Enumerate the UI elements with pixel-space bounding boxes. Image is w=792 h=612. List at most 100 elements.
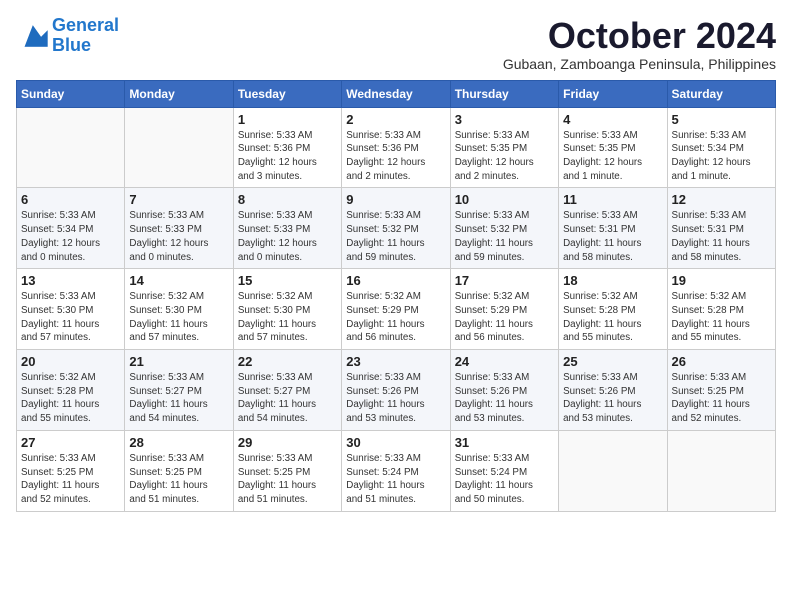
month-title: October 2024 (503, 16, 776, 56)
day-cell: 17 Sunrise: 5:32 AM Sunset: 5:29 PM Dayli… (450, 269, 558, 350)
week-row-5: 27Sunrise: 5:33 AM Sunset: 5:25 PM Dayli… (17, 430, 776, 511)
header: General Blue October 2024 Gubaan, Zamboa… (16, 16, 776, 72)
title-area: October 2024 Gubaan, Zamboanga Peninsula… (503, 16, 776, 72)
day-info: Sunrise: 5:33 AM Sunset: 5:25 PM Dayligh… (21, 452, 120, 507)
day-info: Sunrise: 5:33 AM Sunset: 5:31 PM Dayligh… (563, 209, 662, 264)
day-number: 10 (455, 192, 554, 207)
day-number: 11 (563, 192, 662, 207)
weekday-header-thursday: Thursday (450, 80, 558, 107)
day-cell: 28 Sunrise: 5:33 AM Sunset: 5:25 PM Dayli… (125, 430, 233, 511)
day-number: 6 (21, 192, 120, 207)
logo-icon (16, 22, 48, 50)
logo: General Blue (16, 16, 119, 56)
week-row-3: 13 Sunrise: 5:33 AM Sunset: 5:30 PM Dayli… (17, 269, 776, 350)
day-info: Sunrise: 5:33 AM Sunset: 5:31 PM Dayligh… (672, 209, 771, 264)
week-row-4: 20Sunrise: 5:32 AM Sunset: 5:28 PM Dayli… (17, 350, 776, 431)
location-subtitle: Gubaan, Zamboanga Peninsula, Philippines (503, 56, 776, 72)
day-number: 23 (346, 354, 445, 369)
day-info: Sunrise: 5:33 AM Sunset: 5:25 PM Dayligh… (129, 452, 228, 507)
calendar-table: SundayMondayTuesdayWednesdayThursdayFrid… (16, 80, 776, 512)
day-cell: 5 Sunrise: 5:33 AM Sunset: 5:34 PM Daylig… (667, 107, 775, 188)
day-info: Sunrise: 5:32 AM Sunset: 5:29 PM Dayligh… (455, 290, 554, 345)
day-info: Sunrise: 5:33 AM Sunset: 5:27 PM Dayligh… (238, 371, 337, 426)
day-info: Sunrise: 5:33 AM Sunset: 5:32 PM Dayligh… (455, 209, 554, 264)
weekday-header-saturday: Saturday (667, 80, 775, 107)
day-number: 18 (563, 273, 662, 288)
day-info: Sunrise: 5:33 AM Sunset: 5:36 PM Dayligh… (238, 129, 337, 184)
day-info: Sunrise: 5:33 AM Sunset: 5:26 PM Dayligh… (455, 371, 554, 426)
day-number: 24 (455, 354, 554, 369)
day-cell: 12 Sunrise: 5:33 AM Sunset: 5:31 PM Dayli… (667, 188, 775, 269)
day-number: 25 (563, 354, 662, 369)
day-cell: 21 Sunrise: 5:33 AM Sunset: 5:27 PM Dayli… (125, 350, 233, 431)
day-info: Sunrise: 5:32 AM Sunset: 5:28 PM Dayligh… (563, 290, 662, 345)
day-number: 16 (346, 273, 445, 288)
day-cell: 9 Sunrise: 5:33 AM Sunset: 5:32 PM Daylig… (342, 188, 450, 269)
day-info: Sunrise: 5:33 AM Sunset: 5:26 PM Dayligh… (346, 371, 445, 426)
day-info: Sunrise: 5:33 AM Sunset: 5:35 PM Dayligh… (563, 129, 662, 184)
day-info: Sunrise: 5:32 AM Sunset: 5:28 PM Dayligh… (21, 371, 120, 426)
day-cell: 10 Sunrise: 5:33 AM Sunset: 5:32 PM Dayli… (450, 188, 558, 269)
day-info: Sunrise: 5:33 AM Sunset: 5:33 PM Dayligh… (238, 209, 337, 264)
day-cell: 18 Sunrise: 5:32 AM Sunset: 5:28 PM Dayli… (559, 269, 667, 350)
day-cell: 14 Sunrise: 5:32 AM Sunset: 5:30 PM Dayli… (125, 269, 233, 350)
day-number: 8 (238, 192, 337, 207)
weekday-header-monday: Monday (125, 80, 233, 107)
weekday-header-tuesday: Tuesday (233, 80, 341, 107)
day-cell: 8 Sunrise: 5:33 AM Sunset: 5:33 PM Daylig… (233, 188, 341, 269)
day-number: 13 (21, 273, 120, 288)
day-number: 1 (238, 112, 337, 127)
day-info: Sunrise: 5:33 AM Sunset: 5:34 PM Dayligh… (21, 209, 120, 264)
day-number: 17 (455, 273, 554, 288)
day-number: 12 (672, 192, 771, 207)
week-row-2: 6 Sunrise: 5:33 AM Sunset: 5:34 PM Daylig… (17, 188, 776, 269)
day-info: Sunrise: 5:33 AM Sunset: 5:25 PM Dayligh… (672, 371, 771, 426)
week-row-1: 1 Sunrise: 5:33 AM Sunset: 5:36 PM Daylig… (17, 107, 776, 188)
day-cell: 24 Sunrise: 5:33 AM Sunset: 5:26 PM Dayli… (450, 350, 558, 431)
day-info: Sunrise: 5:32 AM Sunset: 5:29 PM Dayligh… (346, 290, 445, 345)
logo-line1: General (52, 15, 119, 35)
day-cell: 6 Sunrise: 5:33 AM Sunset: 5:34 PM Daylig… (17, 188, 125, 269)
day-number: 26 (672, 354, 771, 369)
day-number: 9 (346, 192, 445, 207)
day-info: Sunrise: 5:33 AM Sunset: 5:36 PM Dayligh… (346, 129, 445, 184)
day-number: 31 (455, 435, 554, 450)
day-cell (667, 430, 775, 511)
weekday-header-friday: Friday (559, 80, 667, 107)
day-info: Sunrise: 5:32 AM Sunset: 5:28 PM Dayligh… (672, 290, 771, 345)
day-info: Sunrise: 5:33 AM Sunset: 5:27 PM Dayligh… (129, 371, 228, 426)
day-cell: 15 Sunrise: 5:32 AM Sunset: 5:30 PM Dayli… (233, 269, 341, 350)
day-cell: 31 Sunrise: 5:33 AM Sunset: 5:24 PM Dayli… (450, 430, 558, 511)
day-info: Sunrise: 5:33 AM Sunset: 5:34 PM Dayligh… (672, 129, 771, 184)
weekday-header-wednesday: Wednesday (342, 80, 450, 107)
day-cell: 26 Sunrise: 5:33 AM Sunset: 5:25 PM Dayli… (667, 350, 775, 431)
day-info: Sunrise: 5:32 AM Sunset: 5:30 PM Dayligh… (129, 290, 228, 345)
day-cell: 20Sunrise: 5:32 AM Sunset: 5:28 PM Dayli… (17, 350, 125, 431)
day-cell: 7Sunrise: 5:33 AM Sunset: 5:33 PM Daylig… (125, 188, 233, 269)
day-number: 5 (672, 112, 771, 127)
day-info: Sunrise: 5:33 AM Sunset: 5:24 PM Dayligh… (455, 452, 554, 507)
day-cell: 11 Sunrise: 5:33 AM Sunset: 5:31 PM Dayli… (559, 188, 667, 269)
day-cell: 27Sunrise: 5:33 AM Sunset: 5:25 PM Dayli… (17, 430, 125, 511)
weekday-header-row: SundayMondayTuesdayWednesdayThursdayFrid… (17, 80, 776, 107)
day-number: 28 (129, 435, 228, 450)
day-number: 15 (238, 273, 337, 288)
day-number: 30 (346, 435, 445, 450)
logo-text: General Blue (52, 16, 119, 56)
day-number: 14 (129, 273, 228, 288)
day-cell: 25Sunrise: 5:33 AM Sunset: 5:26 PM Dayli… (559, 350, 667, 431)
day-number: 21 (129, 354, 228, 369)
logo-line2: Blue (52, 35, 91, 55)
day-cell: 4Sunrise: 5:33 AM Sunset: 5:35 PM Daylig… (559, 107, 667, 188)
day-cell: 2Sunrise: 5:33 AM Sunset: 5:36 PM Daylig… (342, 107, 450, 188)
day-number: 29 (238, 435, 337, 450)
day-cell: 19Sunrise: 5:32 AM Sunset: 5:28 PM Dayli… (667, 269, 775, 350)
day-info: Sunrise: 5:33 AM Sunset: 5:32 PM Dayligh… (346, 209, 445, 264)
day-info: Sunrise: 5:32 AM Sunset: 5:30 PM Dayligh… (238, 290, 337, 345)
day-cell: 13 Sunrise: 5:33 AM Sunset: 5:30 PM Dayli… (17, 269, 125, 350)
day-cell: 29Sunrise: 5:33 AM Sunset: 5:25 PM Dayli… (233, 430, 341, 511)
day-cell: 23 Sunrise: 5:33 AM Sunset: 5:26 PM Dayli… (342, 350, 450, 431)
day-cell: 1 Sunrise: 5:33 AM Sunset: 5:36 PM Daylig… (233, 107, 341, 188)
day-info: Sunrise: 5:33 AM Sunset: 5:35 PM Dayligh… (455, 129, 554, 184)
day-info: Sunrise: 5:33 AM Sunset: 5:30 PM Dayligh… (21, 290, 120, 345)
